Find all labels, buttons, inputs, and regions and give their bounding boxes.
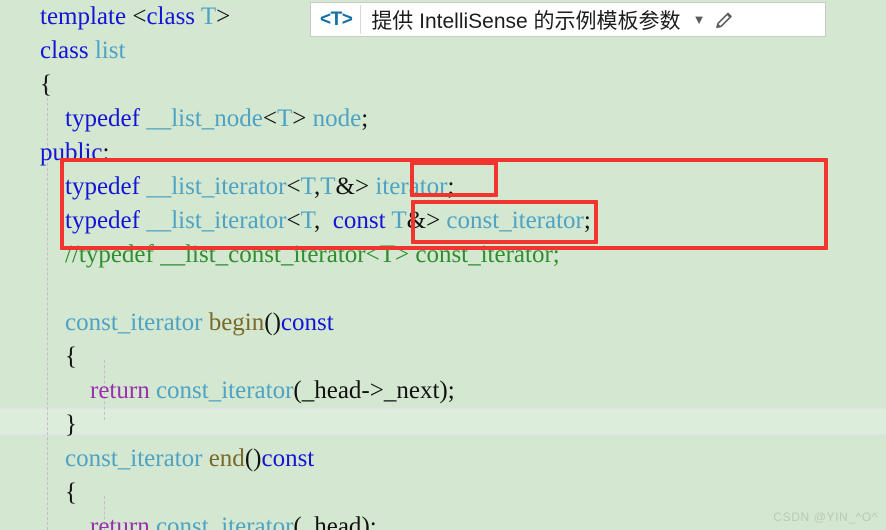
- code-line-begin-signature: const_iterator begin()const: [65, 309, 334, 336]
- code-line-public: public:: [40, 139, 110, 166]
- code-line-class: class list: [40, 37, 126, 64]
- code-line-typedef-const-iterator: typedef __list_iterator<T, const T&> con…: [65, 207, 591, 234]
- code-line-begin-close-brace: }: [65, 411, 77, 438]
- csdn-watermark: CSDN @YIN_^O^: [773, 510, 878, 524]
- code-editor[interactable]: template <class T> class list { typedef …: [0, 0, 886, 530]
- intellisense-template-parameter-tooltip[interactable]: <T> 提供 IntelliSense 的示例模板参数 ▼: [310, 2, 826, 37]
- tooltip-message: 提供 IntelliSense 的示例模板参数: [371, 9, 681, 33]
- code-line-end-signature: const_iterator end()const: [65, 445, 315, 472]
- code-line-typedef-iterator: typedef __list_iterator<T,T&> iterator;: [65, 173, 455, 200]
- code-line-comment: //typedef __list_const_iterator<T> const…: [40, 241, 560, 268]
- chevron-down-icon[interactable]: ▼: [689, 13, 710, 26]
- code-line-begin-open-brace: {: [65, 343, 77, 370]
- tooltip-template-tag: <T>: [320, 8, 353, 30]
- code-line-typedef-node: typedef __list_node<T> node;: [65, 105, 369, 132]
- code-line-end-return: return const_iterator(_head);: [90, 513, 377, 530]
- pencil-icon[interactable]: [709, 9, 745, 31]
- code-line-begin-return: return const_iterator(_head->_next);: [90, 377, 455, 404]
- code-line-end-open-brace: {: [65, 479, 77, 506]
- code-line-open-brace: {: [40, 71, 52, 98]
